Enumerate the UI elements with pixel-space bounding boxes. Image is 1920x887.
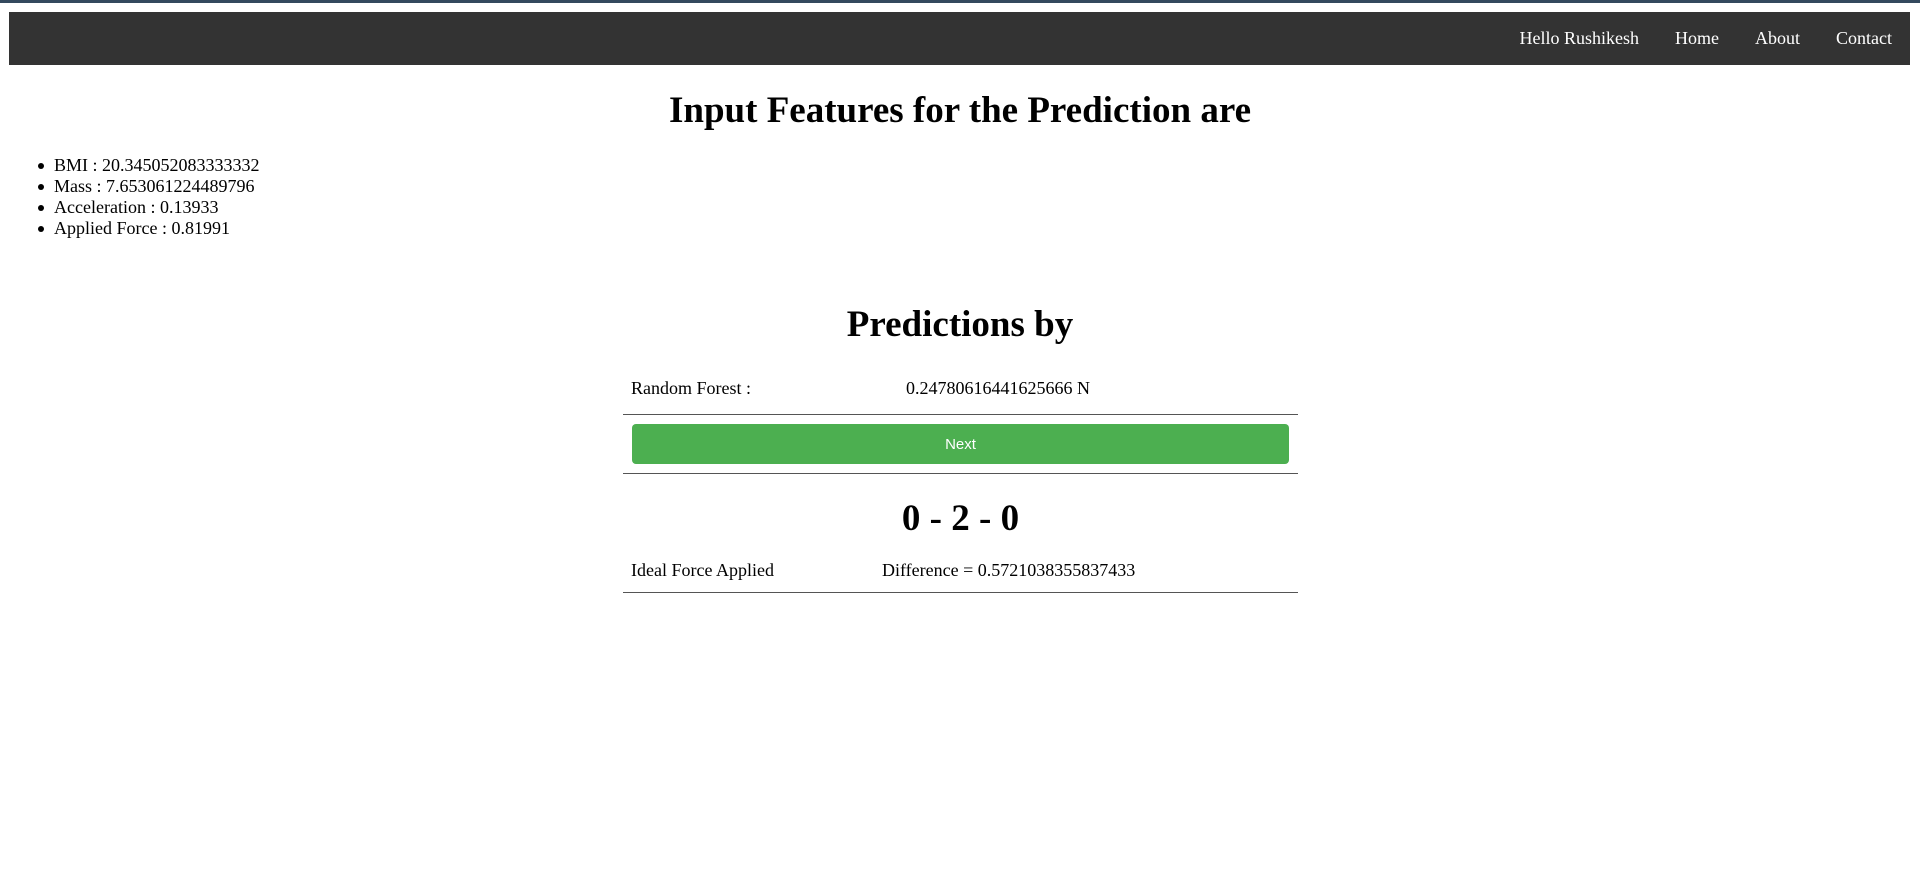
feature-bmi: BMI : 20.345052083333332 (38, 155, 260, 175)
nav-link-home[interactable]: Home (1657, 28, 1737, 49)
nav-link-about[interactable]: About (1737, 28, 1818, 49)
nav-greeting: Hello Rushikesh (1519, 28, 1640, 48)
predictions-table: Random Forest : 0.24780616441625666 N Ne… (623, 372, 1298, 593)
nav-link-contact[interactable]: Contact (1818, 28, 1910, 49)
ideal-row: Ideal Force Applied Difference = 0.57210… (623, 560, 1298, 593)
button-row: Next (623, 415, 1298, 474)
feature-acceleration: Acceleration : 0.13933 (38, 197, 260, 218)
model-label: Random Forest : (631, 378, 751, 398)
score-heading: 0 - 2 - 0 (901, 498, 1020, 539)
next-button[interactable]: Next (632, 424, 1289, 464)
page-title: Input Features for the Prediction are (668, 90, 1251, 131)
predictions-title: Predictions by (846, 304, 1074, 345)
model-value: 0.24780616441625666 N (906, 378, 1090, 398)
feature-applied-force: Applied Force : 0.81991 (38, 218, 260, 239)
difference-value: Difference = 0.5721038355837433 (882, 560, 1136, 580)
navbar: Hello Rushikesh Home About Contact (9, 12, 1910, 65)
top-strip (0, 0, 1920, 3)
model-row: Random Forest : 0.24780616441625666 N (623, 372, 1298, 415)
feature-list: BMI : 20.345052083333332 Mass : 7.653061… (38, 155, 260, 239)
ideal-label: Ideal Force Applied (631, 560, 774, 580)
feature-mass: Mass : 7.653061224489796 (38, 176, 260, 197)
